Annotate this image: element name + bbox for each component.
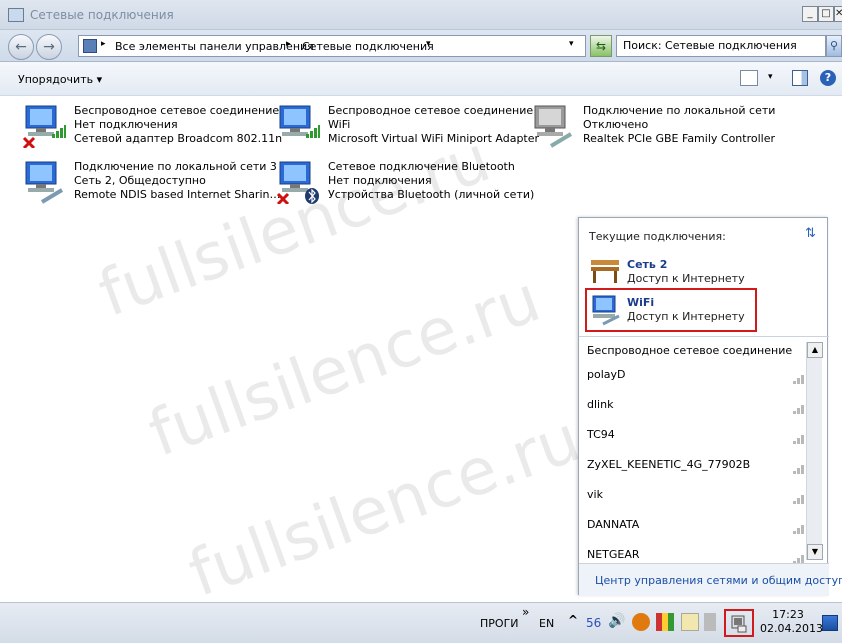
wireless-adapter-icon [279, 105, 320, 138]
wlan-network-name: DANNATA [587, 518, 640, 531]
wlan-network-item[interactable]: dlink [587, 398, 805, 418]
lan-adapter-icon [25, 161, 64, 204]
taskbar: ПРОГИ » EN ^ 56 🔊 17:23 02.04.2013 [0, 602, 842, 643]
view-options-icon[interactable] [740, 70, 758, 86]
wlan-network-item[interactable]: ZyXEL_KEENETIC_4G_77902B [587, 458, 805, 478]
breadcrumb-all-items[interactable]: Все элементы панели управления [115, 40, 314, 53]
item-adapter: Remote NDIS based Internet Sharin… [74, 188, 281, 201]
wlan-network-name: NETGEAR [587, 548, 640, 561]
refresh-networks-icon[interactable]: ⇅ [805, 226, 816, 241]
app-tray-icon[interactable] [632, 613, 650, 631]
wireless-adapter-icon [22, 105, 66, 148]
network-flyout: Текущие подключения: ⇅ Сеть 2 Доступ к И… [578, 217, 842, 596]
app-tray-icon[interactable] [656, 613, 674, 631]
address-box[interactable]: ▸ Все элементы панели управления ▸ Сетев… [78, 35, 586, 57]
watermark: fullsilence.ru [139, 262, 550, 472]
clock[interactable]: 17:23 02.04.2013 [760, 608, 823, 636]
item-name: Подключение по локальной сети 3 [74, 160, 277, 173]
scroll-down-button[interactable]: ▼ [807, 544, 823, 560]
signal-strength-icon [793, 405, 804, 414]
window-icon [8, 8, 24, 22]
wlan-network-item[interactable]: vik [587, 488, 805, 508]
signal-strength-icon [793, 495, 804, 504]
wlan-network-name: ZyXEL_KEENETIC_4G_77902B [587, 458, 751, 471]
command-bar: Упорядочить ▾ ▾ ? [0, 62, 842, 96]
watermark: fullsilence.ru [179, 402, 590, 612]
item-status: Сеть 2, Общедоступно [74, 174, 206, 187]
crumb-arrow-icon[interactable]: ▸ [286, 39, 291, 49]
connection-item-bluetooth[interactable]: Сетевое подключение Bluetooth Нет подклю… [276, 160, 534, 216]
crumb-arrow-icon[interactable]: ▸ [101, 39, 106, 49]
search-icon[interactable]: ⚲ [826, 35, 842, 57]
refresh-button[interactable]: ⇆ [590, 35, 612, 57]
item-adapter: Устройства Bluetooth (личной сети) [328, 188, 535, 201]
connection-item-lan-1[interactable]: Подключение по локальной сети Отключено … [531, 104, 781, 160]
item-name: Сетевое подключение Bluetooth [328, 160, 515, 173]
signal-strength-icon [793, 435, 804, 444]
wlan-network-name: dlink [587, 398, 614, 411]
close-button[interactable]: ✕ [834, 6, 842, 22]
toolbar-chevron[interactable]: » [522, 605, 529, 619]
organize-button[interactable]: Упорядочить ▾ [18, 73, 102, 86]
wlan-network-name: vik [587, 488, 603, 501]
view-dropdown-icon[interactable]: ▾ [768, 72, 773, 82]
forward-button[interactable]: → [36, 34, 62, 60]
tray-counter-icon[interactable]: 56 [586, 616, 601, 630]
help-icon[interactable]: ? [820, 70, 836, 86]
network-tray-icon[interactable] [730, 615, 748, 633]
app-tray-icon[interactable] [704, 613, 716, 631]
app-tray-icon[interactable] [681, 613, 699, 631]
item-name: Беспроводное сетевое соединение 2 [328, 104, 544, 117]
item-status: Отключено [583, 118, 649, 131]
network-center-link[interactable]: Центр управления сетями и общим доступом [595, 574, 842, 587]
maximize-button[interactable]: □ [818, 6, 834, 22]
wlan-network-name: polayD [587, 368, 626, 381]
breadcrumb-network-connections[interactable]: Сетевые подключения [302, 40, 434, 53]
window-title: Сетевые подключения [30, 8, 174, 22]
wlan-network-item[interactable]: DANNATA [587, 518, 805, 538]
wlan-network-list: polayD dlink TC94 ZyXEL_KEENETIC_4G_77902Bv… [579, 218, 805, 563]
crumb-dropdown-icon[interactable]: ▾ [426, 39, 431, 49]
connection-item-wireless-2[interactable]: Беспроводное сетевое соединение 2 WiFi M… [276, 104, 544, 160]
clock-time: 17:23 [772, 608, 804, 621]
connection-item-lan-3[interactable]: Подключение по локальной сети 3 Сеть 2, … [22, 160, 280, 216]
show-desktop-button[interactable] [822, 615, 838, 631]
wlan-network-item[interactable]: TC94 [587, 428, 805, 448]
scroll-up-button[interactable]: ▲ [807, 342, 823, 358]
item-adapter: Сетевой адаптер Broadcom 802.11n [74, 132, 283, 145]
title-bar: Сетевые подключения _ □ ✕ [0, 0, 842, 30]
scrollbar[interactable]: ▲ ▼ [806, 342, 823, 560]
back-button[interactable]: ← [8, 34, 34, 60]
lan-adapter-icon [534, 105, 573, 148]
signal-strength-icon [793, 465, 804, 474]
flyout-footer: Центр управления сетями и общим доступом [579, 563, 842, 596]
address-dropdown-icon[interactable]: ▾ [569, 39, 574, 49]
minimize-button[interactable]: _ [802, 6, 818, 22]
organize-label: Упорядочить [18, 73, 94, 86]
quick-toolbar-label[interactable]: ПРОГИ [480, 617, 519, 630]
signal-strength-icon [793, 525, 804, 534]
show-hidden-icons-button[interactable]: ^ [568, 613, 578, 627]
item-name: Беспроводное сетевое соединение [74, 104, 280, 117]
item-adapter: Realtek PCIe GBE Family Controller [583, 132, 776, 145]
item-status: Нет подключения [328, 174, 432, 187]
control-panel-icon [83, 39, 97, 53]
volume-icon[interactable]: 🔊 [608, 613, 626, 631]
preview-pane-icon[interactable] [792, 70, 808, 86]
search-input[interactable]: Поиск: Сетевые подключения [616, 35, 826, 57]
signal-strength-icon [793, 375, 804, 384]
signal-strength-icon [793, 555, 804, 563]
bluetooth-adapter-icon [276, 161, 319, 204]
item-status: Нет подключения [74, 118, 178, 131]
wlan-network-name: TC94 [587, 428, 615, 441]
wlan-network-item[interactable]: polayD [587, 368, 805, 388]
item-status: WiFi [328, 118, 351, 131]
item-name: Подключение по локальной сети [583, 104, 776, 117]
item-adapter: Microsoft Virtual WiFi Miniport Adapter [328, 132, 540, 145]
language-indicator[interactable]: EN [539, 617, 554, 630]
clock-date: 02.04.2013 [760, 622, 823, 635]
address-bar: ← → ▸ Все элементы панели управления ▸ С… [0, 30, 842, 62]
wlan-network-item[interactable]: NETGEAR [587, 548, 805, 563]
connection-item-wireless-1[interactable]: Беспроводное сетевое соединение Нет подк… [22, 104, 282, 160]
